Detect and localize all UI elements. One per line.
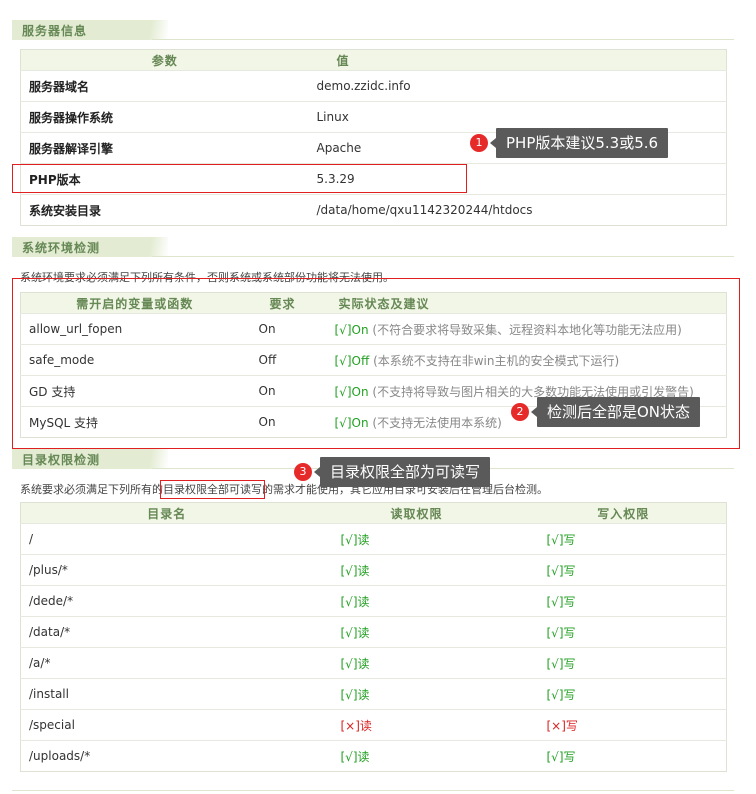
table-row: /dede/* [√]读 [√]写 [20, 585, 727, 617]
variable-name: MySQL 支持 [20, 406, 249, 438]
table-row: /install [√]读 [√]写 [20, 678, 727, 710]
write-permission: [√]写 [520, 523, 727, 555]
table-row: safe_mode Off [√]Off (本系统不支持在非win主机的安全模式… [20, 344, 727, 376]
column-header: 读取权限 [312, 502, 521, 524]
write-permission: [√]写 [520, 678, 727, 710]
annotation-bubble-2: 检测后全部是ON状态 [530, 397, 701, 427]
annotation-badge-1: 1 [470, 134, 488, 152]
read-permission: [√]读 [312, 616, 521, 648]
dir-path: /dede/* [20, 585, 313, 617]
row-value: /data/home/qxu1142320244/htdocs [308, 194, 727, 226]
column-header: 参数 [20, 49, 309, 71]
write-permission: [×]写 [520, 709, 727, 741]
annotation-badge-3: 3 [294, 463, 312, 481]
read-permission: [√]读 [312, 647, 521, 679]
required-value: On [248, 406, 317, 438]
status-tip: (不符合要求将导致采集、远程资料本地化等功能无法应用) [372, 322, 682, 337]
table-row: allow_url_fopen On [√]On (不符合要求将导致采集、远程资… [20, 313, 727, 345]
row-value: demo.zzidc.info [308, 70, 727, 102]
read-permission: [√]读 [312, 523, 521, 555]
dir-path: /special [20, 709, 313, 741]
read-permission: [√]读 [312, 554, 521, 586]
env-check-header: 系统环境检测 [12, 237, 734, 257]
status-tip: (不支持无法使用本系统) [372, 415, 502, 430]
row-label: 服务器域名 [20, 70, 309, 102]
table-row: /a/* [√]读 [√]写 [20, 647, 727, 679]
php-version-highlight-box [12, 164, 467, 193]
status-ok: [√]On [334, 322, 369, 337]
dir-path: /uploads/* [20, 740, 313, 772]
row-label: 系统安装目录 [20, 194, 309, 226]
required-value: On [248, 313, 317, 345]
annotation-bubble-1: PHP版本建议5.3或5.6 [489, 128, 669, 158]
row-label: 服务器操作系统 [20, 101, 309, 133]
write-permission: [√]写 [520, 554, 727, 586]
dir-perm-table: 目录名 读取权限 写入权限 / [√]读 [√]写 /plus/* [√]读 [… [20, 502, 727, 772]
read-permission: [×]读 [312, 709, 521, 741]
dir-perm-title: 目录权限检测 [22, 453, 101, 467]
dir-path: /data/* [20, 616, 313, 648]
column-header: 需开启的变量或函数 [20, 292, 249, 314]
column-header: 值 [308, 49, 727, 71]
table-row: /data/* [√]读 [√]写 [20, 616, 727, 648]
required-value: Off [248, 344, 317, 376]
variable-name: safe_mode [20, 344, 249, 376]
write-permission: [√]写 [520, 616, 727, 648]
write-permission: [√]写 [520, 740, 727, 772]
server-info-header: 服务器信息 [12, 20, 734, 40]
status-tip: (本系统不支持在非win主机的安全模式下运行) [373, 353, 620, 368]
dir-desc-pre: 系统要求必须满足下列所有的 [20, 483, 163, 496]
column-header: 目录名 [20, 502, 313, 524]
dir-path: /install [20, 678, 313, 710]
table-row: / [√]读 [√]写 [20, 523, 727, 555]
dir-path: /plus/* [20, 554, 313, 586]
variable-name: allow_url_fopen [20, 313, 249, 345]
status-ok: [√]Off [334, 353, 370, 368]
row-label: 服务器解译引擎 [20, 132, 309, 164]
status-cell: [√]Off (本系统不支持在非win主机的安全模式下运行) [316, 344, 727, 376]
table-row: 服务器域名 demo.zzidc.info [20, 70, 727, 102]
table-row: 系统安装目录 /data/home/qxu1142320244/htdocs [20, 194, 727, 226]
dir-desc-highlight: 目录权限全部可读写 [160, 480, 265, 499]
status-ok: [√]On [334, 415, 369, 430]
server-info-title: 服务器信息 [22, 24, 88, 38]
annotation-badge-2: 2 [511, 403, 529, 421]
annotation-bubble-3: 目录权限全部为可读写 [313, 457, 491, 487]
table-row: /special [×]读 [×]写 [20, 709, 727, 741]
read-permission: [√]读 [312, 740, 521, 772]
dir-path: /a/* [20, 647, 313, 679]
table-row: /uploads/* [√]读 [√]写 [20, 740, 727, 772]
read-permission: [√]读 [312, 585, 521, 617]
dir-path: / [20, 523, 313, 555]
env-check-title: 系统环境检测 [22, 241, 101, 255]
bottom-divider [12, 790, 734, 791]
column-header: 要求 [248, 292, 317, 314]
write-permission: [√]写 [520, 647, 727, 679]
read-permission: [√]读 [312, 678, 521, 710]
column-header: 实际状态及建议 [316, 292, 727, 314]
status-ok: [√]On [334, 384, 369, 399]
table-row: /plus/* [√]读 [√]写 [20, 554, 727, 586]
status-cell: [√]On (不符合要求将导致采集、远程资料本地化等功能无法应用) [316, 313, 727, 345]
variable-name: GD 支持 [20, 375, 249, 407]
write-permission: [√]写 [520, 585, 727, 617]
column-header: 写入权限 [520, 502, 727, 524]
required-value: On [248, 375, 317, 407]
